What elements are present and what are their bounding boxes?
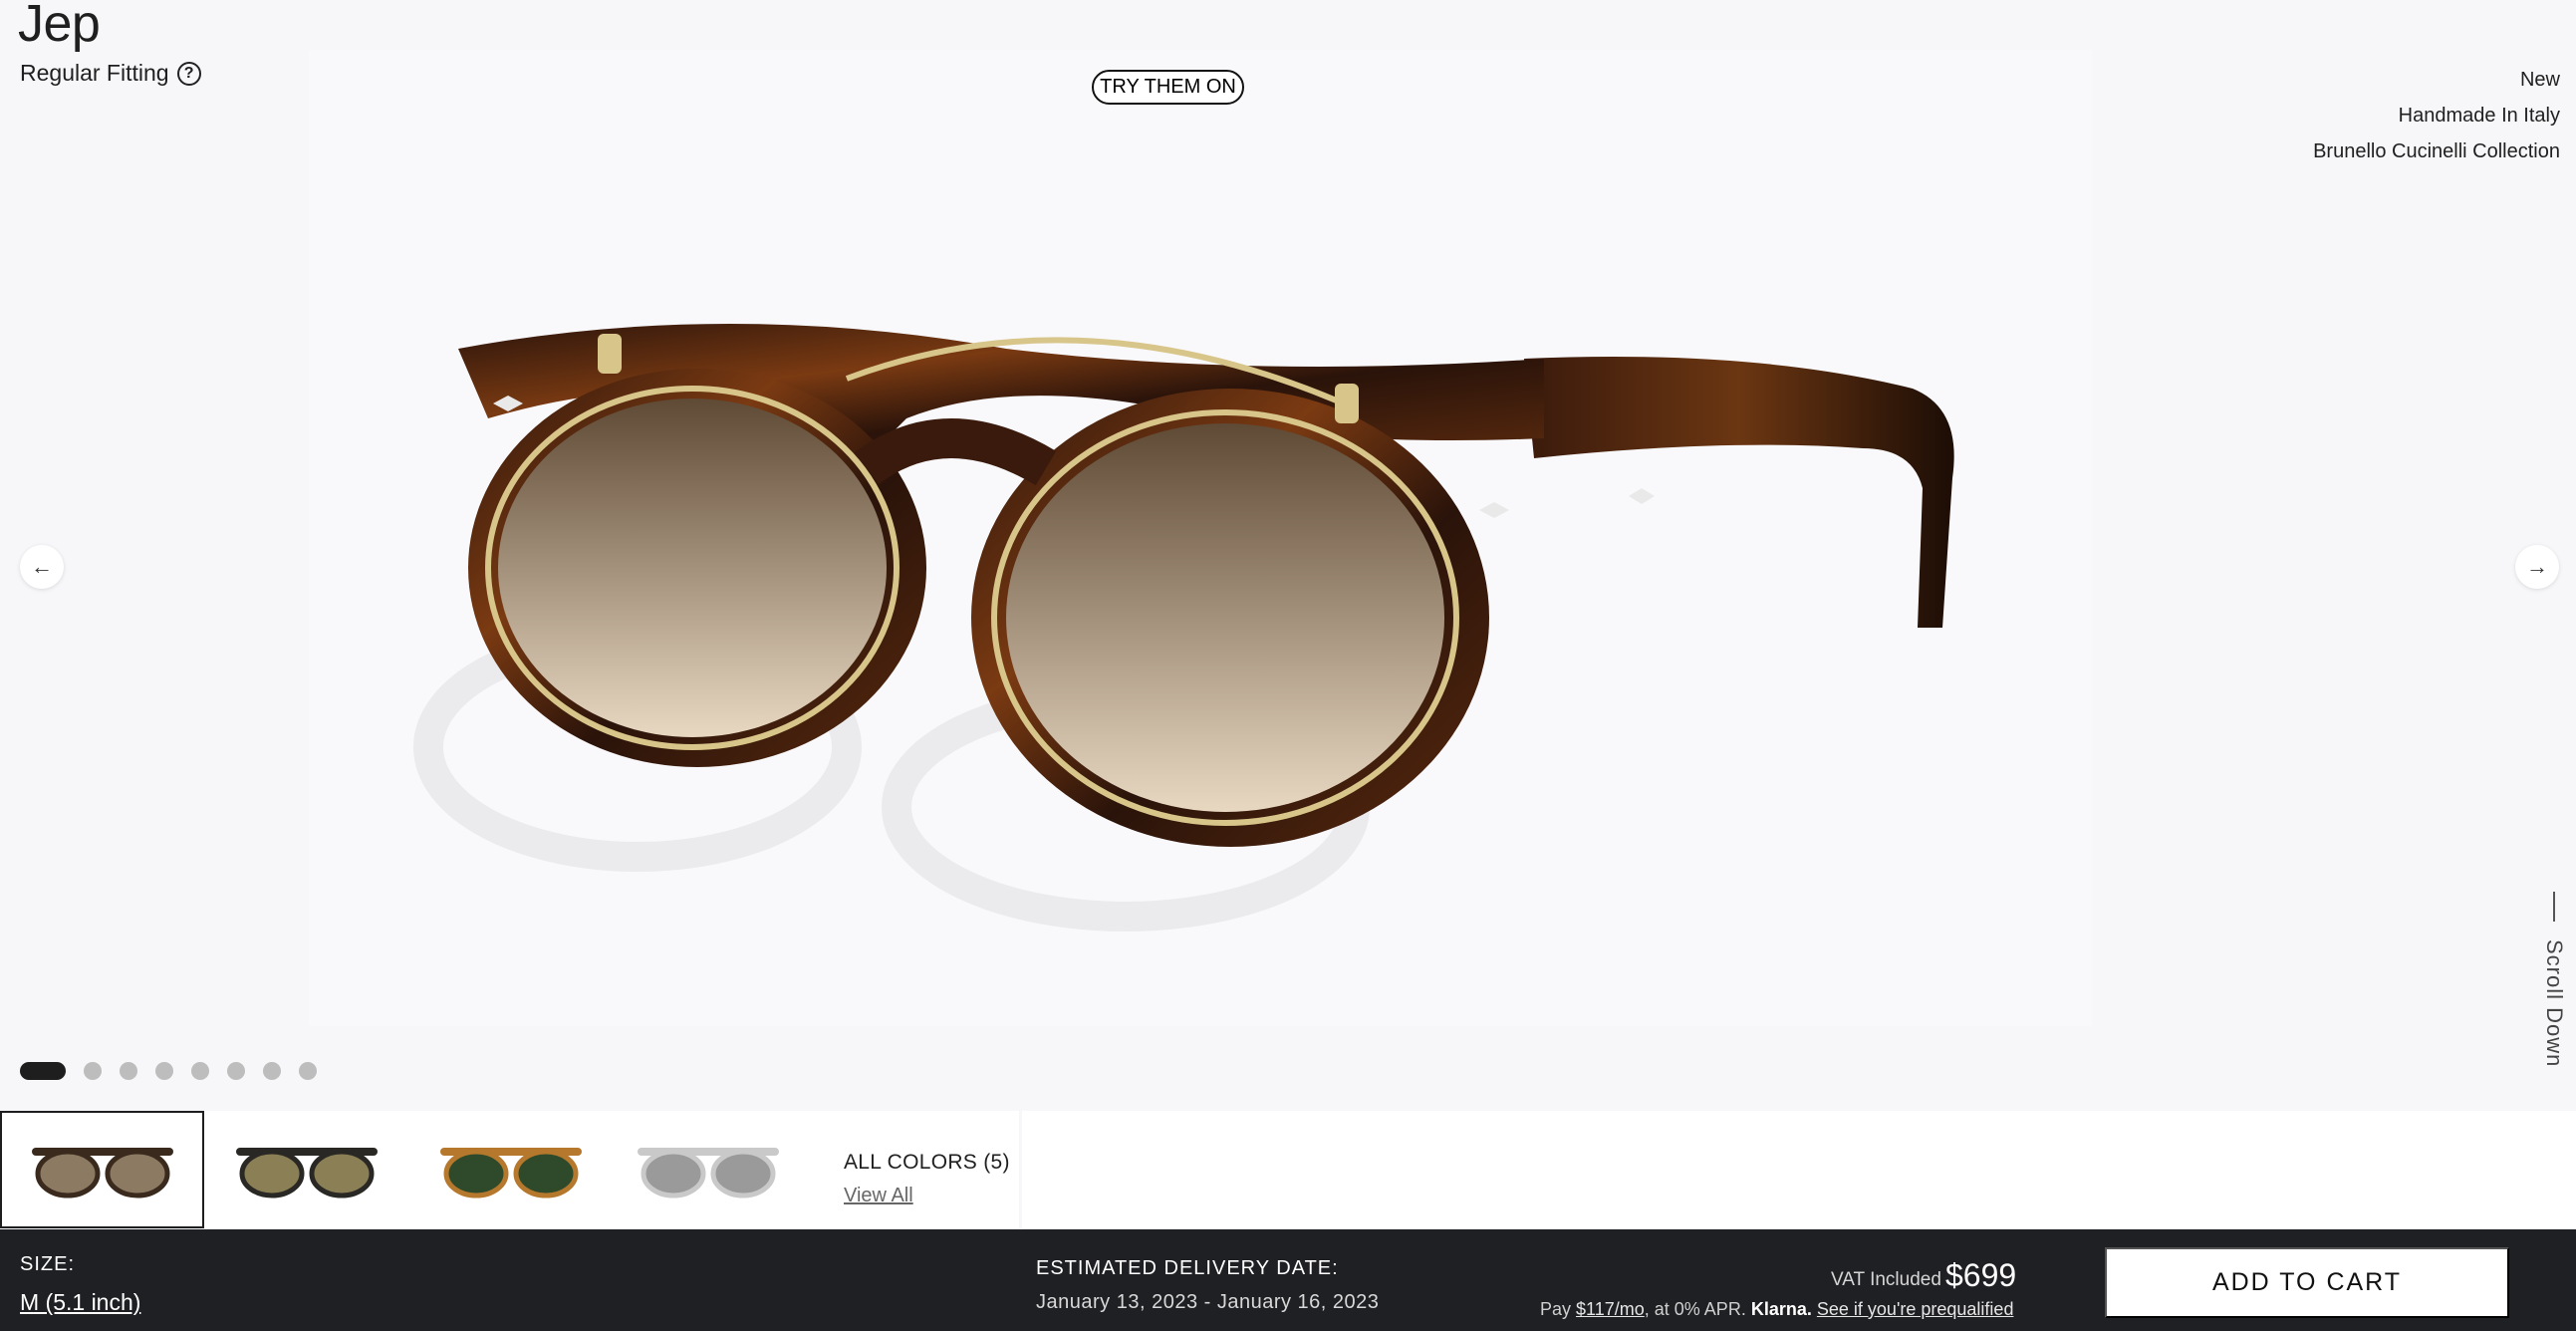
klarna-financing: Pay $117/mo, at 0% APR. Klarna. See if y… xyxy=(1540,1299,2013,1320)
product-title: Jep xyxy=(18,0,101,53)
help-icon[interactable]: ? xyxy=(176,61,201,86)
product-image xyxy=(309,50,2092,1026)
product-hero: Jep Regular Fitting ? TRY THEM ON New Ha… xyxy=(0,0,2576,1108)
pagination-dot[interactable] xyxy=(120,1062,137,1080)
swatch-glasses-icon xyxy=(31,1148,173,1198)
swatch-glasses-icon xyxy=(235,1148,378,1198)
pagination-dot[interactable] xyxy=(20,1062,66,1080)
pagination-dot[interactable] xyxy=(227,1062,245,1080)
pagination-dot[interactable] xyxy=(263,1062,281,1080)
pagination-dot[interactable] xyxy=(155,1062,173,1080)
gallery-pagination xyxy=(20,1062,317,1080)
scroll-down-label: Scroll Down xyxy=(2542,939,2567,1068)
klarna-terms: , at 0% APR. xyxy=(1644,1299,1746,1319)
prev-image-button[interactable]: ← xyxy=(20,545,64,589)
add-to-cart-button[interactable]: ADD TO CART xyxy=(2105,1247,2509,1318)
swatch-glasses-icon xyxy=(637,1148,779,1198)
size-selector[interactable]: M (5.1 inch) xyxy=(20,1289,140,1316)
fit-info: Regular Fitting ? xyxy=(20,60,201,87)
tag-new: New xyxy=(2519,69,2560,91)
scroll-down-hint[interactable]: Scroll Down xyxy=(2542,892,2567,1067)
color-swatch-4[interactable] xyxy=(606,1111,810,1228)
color-swatches: ALL COLORS (5) View All xyxy=(0,1111,2576,1228)
tag-handmade: Handmade In Italy xyxy=(2398,105,2560,127)
klarna-amount-link[interactable]: $117/mo xyxy=(1576,1299,1645,1319)
view-all-colors-link[interactable]: View All xyxy=(844,1185,913,1207)
size-label: SIZE: xyxy=(20,1253,76,1275)
try-them-on-button[interactable]: TRY THEM ON xyxy=(1092,70,1244,105)
klarna-pay-text: Pay xyxy=(1540,1299,1572,1319)
delivery-label: ESTIMATED DELIVERY DATE: xyxy=(1036,1257,1339,1279)
color-swatch-2[interactable] xyxy=(204,1111,408,1228)
vat-label: VAT Included xyxy=(1831,1269,1941,1290)
swatch-bar-filler xyxy=(1022,1111,2576,1228)
all-colors-label: ALL COLORS (5) xyxy=(844,1151,1010,1174)
pagination-dot[interactable] xyxy=(84,1062,102,1080)
klarna-logo: Klarna. xyxy=(1750,1299,1812,1319)
klarna-prequalify-link[interactable]: See if you're prequalified xyxy=(1817,1299,2014,1319)
sunglasses-image xyxy=(413,324,1954,932)
product-tags: New Handmade In Italy Brunello Cucinelli… xyxy=(2313,62,2560,169)
color-swatch-3[interactable] xyxy=(408,1111,613,1228)
swatch-glasses-icon xyxy=(439,1148,582,1198)
color-swatch-1[interactable] xyxy=(0,1111,204,1228)
price: $699 xyxy=(1945,1257,2017,1293)
next-image-button[interactable]: → xyxy=(2515,545,2559,589)
fit-label: Regular Fitting xyxy=(20,60,169,86)
arrow-left-icon: ← xyxy=(31,554,53,579)
arrow-right-icon: → xyxy=(2526,554,2548,579)
all-colors-panel: ALL COLORS (5) View All xyxy=(810,1111,1019,1228)
pagination-dot[interactable] xyxy=(191,1062,209,1080)
delivery-date: January 13, 2023 - January 16, 2023 xyxy=(1036,1291,1380,1313)
purchase-bar: SIZE: M (5.1 inch) ESTIMATED DELIVERY DA… xyxy=(0,1229,2576,1331)
tag-collection: Brunello Cucinelli Collection xyxy=(2313,140,2560,162)
pagination-dot[interactable] xyxy=(299,1062,317,1080)
scroll-line xyxy=(2553,892,2555,922)
